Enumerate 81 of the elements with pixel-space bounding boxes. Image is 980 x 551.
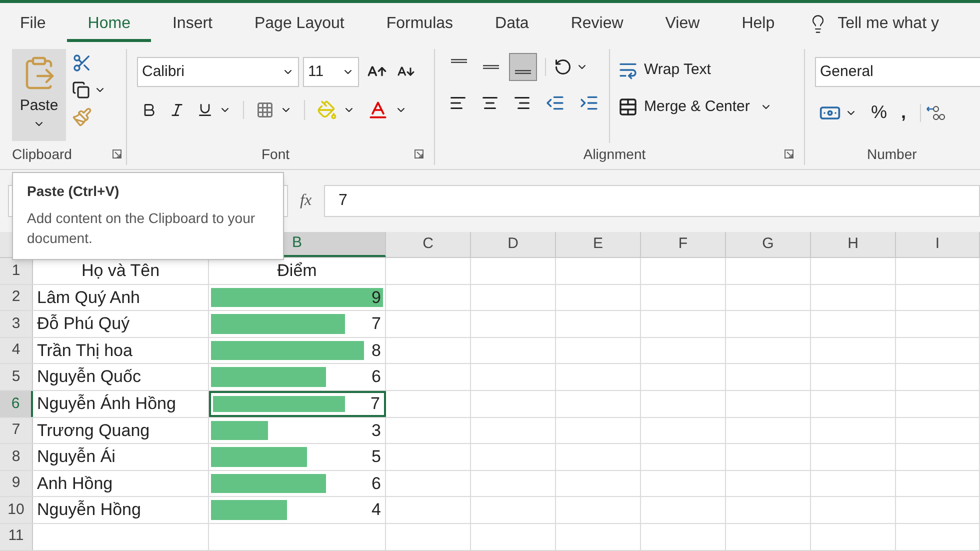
table-cell-text: 6 (372, 366, 382, 388)
column-header[interactable]: I (896, 232, 980, 257)
italic-icon[interactable] (169, 102, 185, 118)
table-cell-text: Nguyễn Hồng (37, 499, 141, 522)
row-header[interactable]: 7 (0, 418, 33, 444)
align-center-icon[interactable] (481, 94, 499, 112)
percent-style-button[interactable]: % (871, 99, 888, 126)
tell-me-field[interactable]: Tell me what y (838, 12, 958, 36)
ribbon-tab[interactable]: Review (550, 6, 644, 42)
ribbon-tab[interactable]: Home (66, 6, 152, 42)
table-cell-text: Anh Hồng (37, 472, 113, 495)
align-lines-icon (515, 70, 531, 74)
formula-field[interactable]: 7 (324, 185, 980, 217)
font-color-icon[interactable] (367, 99, 389, 121)
font-size-field[interactable]: 11 (303, 57, 359, 87)
row-header[interactable]: 2 (0, 284, 33, 310)
align-lines-icon (483, 65, 499, 69)
font-name-field[interactable]: Calibri (137, 57, 299, 87)
table-cell-text: Trần Thị hoa (37, 340, 132, 362)
ribbon-tab[interactable]: View (644, 6, 721, 42)
table-cell-text: Đỗ Phú Quý (37, 313, 130, 336)
ribbon-tab[interactable]: Help (720, 6, 796, 42)
ribbon-tab[interactable]: File (10, 6, 67, 42)
scissors-icon[interactable] (72, 53, 92, 73)
table-cell-text: Họ và Tên (81, 260, 160, 282)
dialog-launcher-icon[interactable] (112, 149, 122, 159)
number-format-field[interactable]: General (815, 57, 980, 87)
dialog-launcher-icon[interactable] (414, 149, 424, 159)
group-label: Clipboard (12, 144, 72, 164)
column-header[interactable]: H (811, 232, 896, 257)
table-cell-text: Điểm (276, 260, 318, 282)
column-header[interactable]: C (386, 232, 471, 257)
column-header[interactable]: G (726, 232, 811, 257)
row-header[interactable]: 9 (0, 470, 33, 496)
tooltip-title: Paste (Ctrl+V) (27, 182, 120, 201)
table-cell-text: 4 (372, 499, 382, 522)
align-right-icon[interactable] (513, 94, 531, 112)
row-header[interactable]: 1 (0, 258, 33, 284)
table-cell-text: 6 (372, 472, 382, 495)
row-header[interactable]: 11 (0, 524, 33, 550)
table-cell-text: 3 (372, 420, 382, 442)
table-cell-text: Nguyễn Quốc (37, 366, 141, 388)
column-header[interactable]: D (471, 232, 556, 257)
row-header[interactable]: 8 (0, 444, 33, 470)
align-left-icon[interactable] (449, 94, 467, 112)
comma-style-button[interactable]: , (901, 99, 906, 126)
row-header[interactable]: 6 (0, 390, 33, 417)
table-cell-text: 7 (370, 393, 381, 416)
vertical-align-button[interactable] (509, 53, 537, 81)
table-cell-text: Nguyễn Ái (37, 446, 116, 468)
align-lines-icon (451, 59, 467, 63)
merge-cells-icon (618, 96, 638, 117)
table-cell-text: Lâm Quý Anh (37, 286, 140, 309)
merge-center-button[interactable]: Merge & Center (618, 96, 750, 118)
table-cell-text: 8 (372, 340, 382, 362)
fill-color-icon[interactable] (317, 100, 337, 120)
ribbon-tab[interactable]: Data (474, 6, 550, 42)
row-header[interactable]: 4 (0, 338, 33, 364)
wrap-text-button[interactable]: Wrap Text (618, 59, 772, 82)
ribbon-tab[interactable]: Insert (151, 6, 234, 42)
table-cell-text: 9 (372, 286, 382, 309)
table-cell-text: 7 (372, 313, 382, 336)
table-cell-text: 5 (372, 446, 382, 468)
dialog-launcher-icon[interactable] (784, 149, 794, 159)
ribbon-tab[interactable]: Formulas (365, 6, 474, 42)
underline-icon[interactable] (197, 102, 213, 118)
row-header[interactable]: 5 (0, 364, 33, 390)
table-cell-text: Nguyễn Ánh Hồng (37, 393, 176, 416)
group-label: Font (261, 144, 290, 164)
group-label: Alignment (583, 144, 646, 164)
ribbon-tab[interactable]: Page Layout (233, 6, 366, 42)
copy-icon[interactable] (72, 81, 90, 99)
paste-button[interactable]: Paste (12, 49, 66, 141)
table-cell-text: Trương Quang (37, 420, 150, 442)
function-icon[interactable]: fx (300, 189, 312, 213)
column-header[interactable]: E (556, 232, 641, 257)
row-header[interactable]: 10 (0, 497, 33, 523)
borders-icon[interactable] (256, 101, 274, 119)
row-header[interactable]: 3 (0, 311, 33, 337)
column-header[interactable]: F (641, 232, 726, 257)
group-label: Number (867, 144, 917, 164)
